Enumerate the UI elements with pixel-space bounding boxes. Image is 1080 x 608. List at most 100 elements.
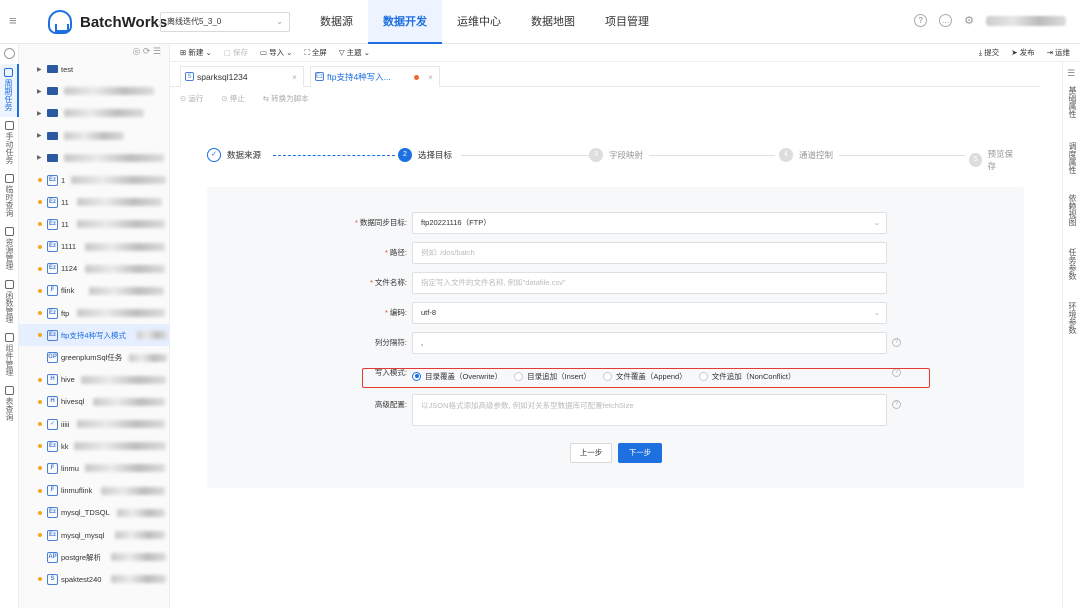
- tree-item-label: kk: [61, 441, 69, 451]
- fullscreen-label: 全屏: [311, 48, 327, 57]
- rail-table-query[interactable]: 表查询: [0, 382, 19, 427]
- redacted-text: [111, 575, 166, 584]
- nav-data-map[interactable]: 数据地图: [516, 0, 590, 44]
- tree-item[interactable]: GP greenplumSql任务: [19, 346, 169, 368]
- close-icon[interactable]: ×: [292, 67, 297, 87]
- tree-item[interactable]: AP postgre解析: [19, 546, 169, 568]
- fullscreen-button[interactable]: ⛶ 全屏: [304, 47, 326, 58]
- tree-item[interactable]: Sspaktest240: [19, 568, 169, 590]
- nav-ops-center[interactable]: 运维中心: [442, 0, 516, 44]
- submit-button[interactable]: ⤓ 提交: [979, 47, 999, 58]
- advanced-config-textarea[interactable]: 以JSON格式添加高级参数, 例如对关系型数据库可配置fetchSize: [412, 394, 887, 426]
- folder-icon: [47, 87, 58, 96]
- path-input[interactable]: 例如: /dos/batch: [412, 242, 887, 264]
- tree-item[interactable]: Hhive: [19, 369, 169, 391]
- filename-input[interactable]: 指定写入文件的文件名称, 例如"datafile.csv": [412, 272, 887, 294]
- close-icon[interactable]: ×: [428, 67, 433, 87]
- folder-icon: [47, 109, 58, 118]
- rail-resource-mgmt[interactable]: 资源管理: [0, 223, 19, 276]
- tree-folder[interactable]: ▶: [19, 125, 169, 147]
- top-nav: 数据源 数据开发 运维中心 数据地图 项目管理: [305, 0, 664, 44]
- search-icon[interactable]: [4, 48, 15, 59]
- rail-temp-query[interactable]: 临时查询: [0, 170, 19, 223]
- nav-project-mgmt[interactable]: 项目管理: [590, 0, 664, 44]
- step-label: 选择目标: [418, 150, 453, 160]
- list-icon[interactable]: ☰: [1067, 68, 1075, 79]
- tree-item[interactable]: Ez 1111: [19, 236, 169, 258]
- tree-item-label: ftp: [61, 308, 70, 318]
- highlight-box: [362, 368, 930, 388]
- rail-function-mgmt[interactable]: 函数管理: [0, 276, 19, 329]
- rail-manual-tasks[interactable]: 手动任务: [0, 117, 19, 170]
- tree-item-selected[interactable]: Ez ftp支持4种写入模式: [19, 324, 169, 347]
- tree-folder[interactable]: ▶: [19, 80, 169, 102]
- rail-component-mgmt[interactable]: 组件管理: [0, 329, 19, 382]
- help-icon[interactable]: ?: [892, 338, 901, 347]
- rail-task-params[interactable]: 任务参数: [1063, 248, 1080, 283]
- help-icon[interactable]: ?: [892, 400, 901, 409]
- delimiter-input[interactable]: ,: [412, 332, 887, 354]
- redacted-text: [129, 353, 167, 362]
- project-select[interactable]: 离线迭代5_3_0 ⌄: [160, 12, 290, 32]
- save-button[interactable]: ▢ 保存: [224, 47, 248, 58]
- nav-data-dev[interactable]: 数据开发: [368, 0, 442, 44]
- tree-folder[interactable]: ▶: [19, 102, 169, 124]
- rail-periodic-tasks[interactable]: 周期任务: [0, 64, 19, 117]
- convert-script-button[interactable]: ⇆ 转换为脚本: [263, 93, 309, 104]
- tree-tools-icons[interactable]: ◎ ⟳ ☰: [133, 46, 161, 57]
- target-form: * 数据同步目标: ftp20221116（FTP） ⌄ * 路径: 例如: /dos…: [207, 187, 1024, 488]
- task-type-icon: ✓: [47, 418, 58, 430]
- modified-dot: [38, 422, 42, 427]
- tree-item[interactable]: Hhivesql: [19, 391, 169, 413]
- rail-dependency-view[interactable]: 依赖视图: [1063, 194, 1080, 229]
- form-row-advanced: 高级配置: 以JSON格式添加高级参数, 例如对关系型数据库可配置fetchSi…: [207, 394, 1024, 426]
- user-menu[interactable]: [986, 15, 1066, 26]
- message-icon[interactable]: …: [939, 14, 953, 27]
- tree-item[interactable]: Ez 1: [19, 169, 169, 191]
- rail-basic-props[interactable]: 基础属性: [1063, 86, 1080, 121]
- import-button[interactable]: ▭ 导入 ⌄: [260, 47, 293, 58]
- gear-icon[interactable]: ⚙: [964, 14, 974, 27]
- tree-item[interactable]: Ez 1124: [19, 258, 169, 280]
- menu-icon[interactable]: ≡: [9, 14, 23, 28]
- theme-button[interactable]: ▽ 主题 ⌄: [339, 47, 370, 58]
- tree-item[interactable]: Ez mysql_mysql: [19, 524, 169, 546]
- run-button[interactable]: ⊙ 运行: [180, 93, 203, 104]
- tree-folder[interactable]: ▶ test: [19, 58, 169, 80]
- tab-sparksql[interactable]: S sparksql1234 ×: [180, 66, 304, 87]
- tree-item[interactable]: ✓ iiiii: [19, 413, 169, 435]
- ops-button[interactable]: ⇥ 运维: [1047, 47, 1070, 58]
- redacted-text: [85, 464, 165, 473]
- publish-button[interactable]: ➤ 发布: [1011, 47, 1034, 58]
- task-type-icon: Ez: [47, 440, 58, 452]
- step-number: 4: [779, 148, 793, 162]
- tree-item[interactable]: Fflink: [19, 280, 169, 302]
- tree-item[interactable]: Ez ftp: [19, 302, 169, 324]
- caret-right-icon: ▶: [37, 66, 42, 73]
- tree-folder[interactable]: ▶: [19, 147, 169, 169]
- tree-item[interactable]: Flinmu: [19, 457, 169, 479]
- tree-item[interactable]: Ez 11: [19, 191, 169, 213]
- tree-item[interactable]: Flinmuflink: [19, 480, 169, 502]
- tree-item[interactable]: Ez 11: [19, 213, 169, 235]
- redacted-text: [77, 220, 165, 229]
- folder-icon: [47, 131, 58, 140]
- project-select-value: 离线迭代5_3_0: [167, 17, 222, 26]
- tab-ftp-task[interactable]: Ez ftp支持4种写入... ×: [310, 66, 440, 87]
- step-2: 2 选择目标: [398, 148, 459, 162]
- rail-env-params[interactable]: 环境参数: [1063, 302, 1080, 337]
- rail-schedule-props[interactable]: 调度属性: [1063, 142, 1080, 177]
- encoding-select[interactable]: utf-8 ⌄: [412, 302, 887, 324]
- tree-item[interactable]: Ez kk: [19, 435, 169, 457]
- nav-datasource[interactable]: 数据源: [305, 0, 368, 44]
- target-select[interactable]: ftp20221116（FTP） ⌄: [412, 212, 887, 234]
- next-button[interactable]: 下一步: [618, 443, 662, 463]
- logo[interactable]: BatchWorks: [48, 10, 167, 34]
- stop-button[interactable]: ⊙ 停止: [221, 93, 244, 104]
- prev-button[interactable]: 上一步: [570, 443, 612, 463]
- new-button[interactable]: ⊞ 新建 ⌄: [180, 47, 212, 58]
- tree-item[interactable]: Ez mysql_TDSQL: [19, 502, 169, 524]
- help-icon[interactable]: ?: [914, 14, 928, 27]
- modified-dot: [38, 488, 42, 493]
- task-type-icon: Ez: [47, 263, 58, 275]
